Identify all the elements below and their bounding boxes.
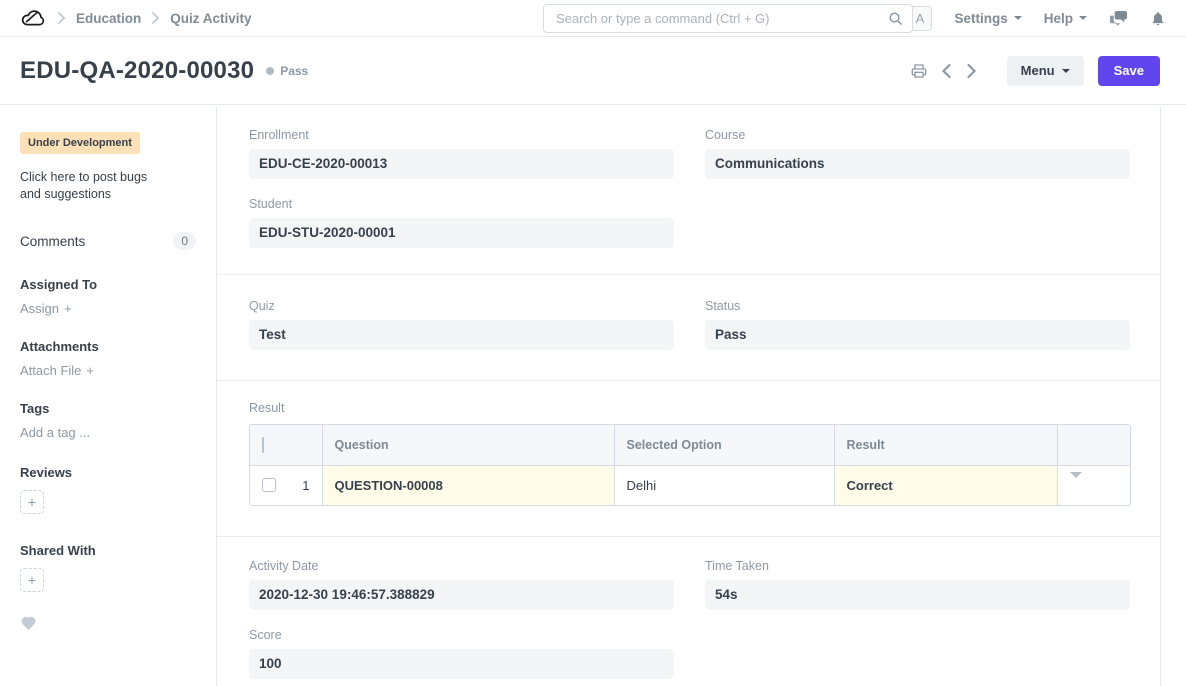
score-input[interactable]: 100 [249, 649, 674, 679]
bugs-suggestions-link[interactable]: Click here to post bugs and suggestions [20, 169, 170, 203]
attach-file-label: Attach File [20, 363, 81, 378]
score-label: Score [249, 628, 674, 642]
field-time-taken: Time Taken 54s [705, 559, 1130, 610]
chevron-right-icon [57, 11, 66, 25]
field-course: Course Communications [705, 128, 1130, 179]
status-input[interactable]: Pass [705, 320, 1130, 350]
section-quiz: Quiz Test Status Pass [217, 275, 1160, 381]
comments-count-badge: 0 [173, 232, 196, 250]
select-all-checkbox[interactable] [262, 437, 264, 453]
chevron-down-icon [1014, 16, 1022, 20]
cell-result[interactable]: Correct [834, 465, 1057, 505]
page-title: EDU-QA-2020-00030 [20, 57, 254, 85]
next-record-icon[interactable] [966, 63, 977, 79]
add-review-button[interactable]: + [20, 490, 44, 514]
plus-icon: + [28, 572, 36, 588]
cell-question[interactable]: QUESTION-00008 [322, 465, 614, 505]
print-icon[interactable] [911, 63, 927, 79]
save-button[interactable]: Save [1098, 56, 1160, 86]
grid-row: 1 QUESTION-00008 Delhi Correct [250, 465, 1131, 505]
comments-label: Comments [20, 234, 85, 249]
form-body: Enrollment EDU-CE-2020-00013 Course Comm… [216, 106, 1161, 686]
row-index: 1 [302, 478, 309, 493]
settings-label: Settings [954, 11, 1007, 26]
settings-menu[interactable]: Settings [954, 11, 1021, 26]
plus-icon: + [86, 363, 94, 378]
quiz-input[interactable]: Test [249, 320, 674, 350]
assigned-to-heading: Assigned To [20, 277, 196, 292]
like-heart-icon[interactable] [20, 615, 37, 635]
column-header-result: Result [834, 425, 1057, 465]
activity-date-label: Activity Date [249, 559, 674, 573]
result-grid: Question Selected Option Result 1 [249, 424, 1131, 506]
chevron-down-icon [1079, 16, 1087, 20]
assign-label: Assign [20, 301, 59, 316]
field-quiz: Quiz Test [249, 299, 674, 350]
time-taken-label: Time Taken [705, 559, 1130, 573]
quiz-activity-page: Education Quiz Activity A Settings Help [0, 0, 1186, 686]
attach-file-button[interactable]: Attach File + [20, 363, 196, 378]
course-input[interactable]: Communications [705, 149, 1130, 179]
section-enrollment: Enrollment EDU-CE-2020-00013 Course Comm… [217, 106, 1160, 275]
app-logo-icon[interactable] [20, 7, 47, 29]
help-menu[interactable]: Help [1044, 11, 1087, 26]
chevron-down-icon [1062, 69, 1070, 73]
status-label: Status [705, 299, 1130, 313]
field-enrollment: Enrollment EDU-CE-2020-00013 [249, 128, 674, 179]
menu-button-label: Menu [1021, 63, 1055, 78]
result-section-label: Result [249, 401, 1130, 415]
share-button[interactable]: + [20, 568, 44, 592]
student-label: Student [249, 197, 674, 211]
field-status: Status Pass [705, 299, 1130, 350]
status-badge: Pass [280, 64, 308, 78]
chevron-right-icon [151, 11, 160, 25]
help-label: Help [1044, 11, 1073, 26]
row-checkbox[interactable] [262, 478, 276, 492]
column-header-selected-option: Selected Option [614, 425, 834, 465]
column-header-actions [1057, 425, 1131, 465]
global-search[interactable] [543, 4, 913, 33]
under-development-badge[interactable]: Under Development [20, 132, 140, 154]
activity-date-input[interactable]: 2020-12-30 19:46:57.388829 [249, 580, 674, 610]
row-expand-caret-icon[interactable] [1070, 472, 1082, 493]
enrollment-input[interactable]: EDU-CE-2020-00013 [249, 149, 674, 179]
attachments-heading: Attachments [20, 339, 196, 354]
search-input[interactable] [544, 11, 888, 26]
menu-button[interactable]: Menu [1007, 56, 1084, 86]
search-icon [888, 11, 903, 26]
form-sidebar: Under Development Click here to post bug… [0, 106, 216, 686]
plus-icon: + [64, 301, 72, 316]
status-dot-icon [266, 67, 274, 75]
column-header-question: Question [322, 425, 614, 465]
field-score: Score 100 [249, 628, 674, 679]
plus-icon: + [28, 494, 36, 510]
status-indicator: Pass [266, 64, 308, 78]
add-tag-input[interactable]: Add a tag ... [20, 425, 196, 440]
field-activity-date: Activity Date 2020-12-30 19:46:57.388829 [249, 559, 674, 610]
quiz-label: Quiz [249, 299, 674, 313]
chat-icon[interactable] [1109, 10, 1128, 27]
navbar: Education Quiz Activity A Settings Help [0, 0, 1186, 37]
breadcrumb-education[interactable]: Education [76, 11, 141, 26]
reviews-heading: Reviews [20, 465, 196, 480]
grid-header-row: Question Selected Option Result [250, 425, 1131, 465]
prev-record-icon[interactable] [941, 63, 952, 79]
course-label: Course [705, 128, 1130, 142]
tags-heading: Tags [20, 401, 196, 416]
section-result: Result Question Selected Option Result [217, 381, 1160, 537]
sidebar-item-comments[interactable]: Comments 0 [20, 232, 196, 250]
shared-with-heading: Shared With [20, 543, 196, 558]
student-input[interactable]: EDU-STU-2020-00001 [249, 218, 674, 248]
section-activity: Activity Date 2020-12-30 19:46:57.388829… [217, 537, 1160, 679]
time-taken-input[interactable]: 54s [705, 580, 1130, 610]
breadcrumb-quiz-activity[interactable]: Quiz Activity [170, 11, 251, 26]
notifications-bell-icon[interactable] [1150, 10, 1166, 27]
enrollment-label: Enrollment [249, 128, 674, 142]
page-header: EDU-QA-2020-00030 Pass Menu Save [0, 37, 1186, 105]
field-student: Student EDU-STU-2020-00001 [249, 197, 674, 248]
assign-button[interactable]: Assign + [20, 301, 196, 316]
cell-selected-option[interactable]: Delhi [614, 465, 834, 505]
